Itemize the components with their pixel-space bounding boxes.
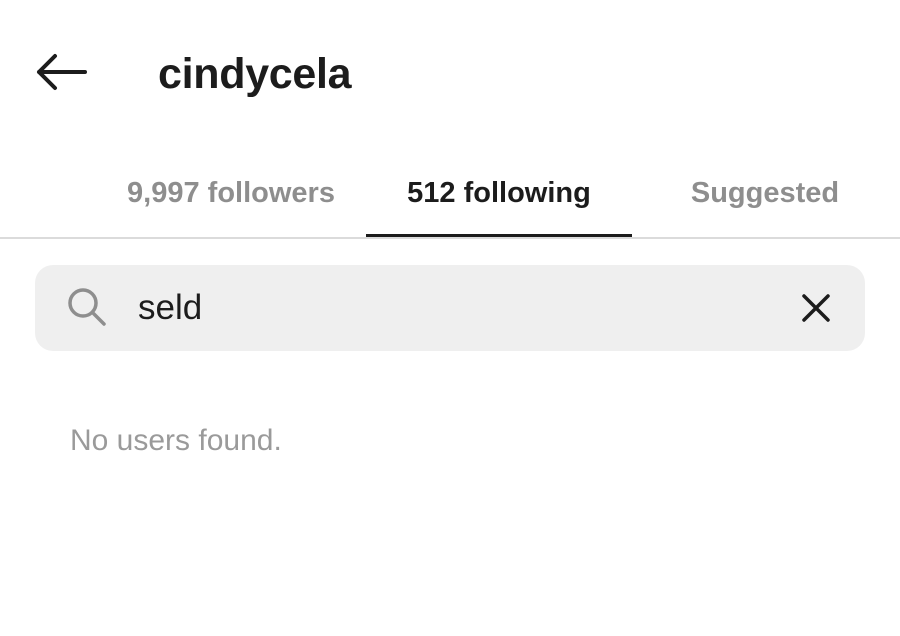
tab-following[interactable]: 512 following — [366, 150, 632, 236]
search-input[interactable] — [138, 282, 758, 334]
tab-followers[interactable]: 9,997 followers — [100, 150, 362, 236]
header-bar: cindycela — [0, 0, 900, 140]
empty-results-message: No users found. — [70, 424, 282, 457]
tabs-divider — [0, 237, 900, 239]
back-button[interactable] — [32, 44, 90, 100]
arrow-left-icon — [37, 54, 87, 90]
search-icon — [66, 286, 108, 328]
tab-mutual[interactable]: al — [0, 150, 30, 236]
close-icon — [802, 294, 830, 322]
clear-search-button[interactable] — [792, 284, 840, 332]
tab-suggested[interactable]: Suggested — [640, 150, 890, 236]
page-title: cindycela — [158, 50, 352, 98]
tab-bar: al 9,997 followers 512 following Suggest… — [0, 150, 900, 238]
